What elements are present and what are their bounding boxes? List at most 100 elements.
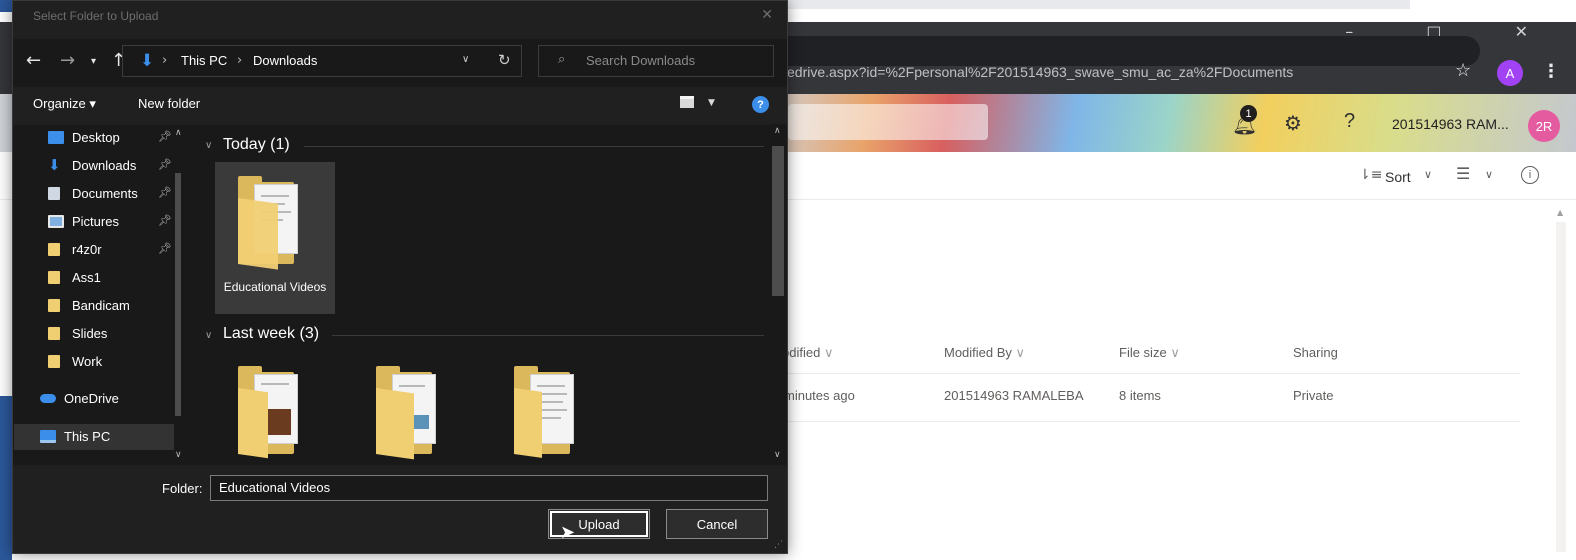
search-input[interactable] [788, 104, 988, 140]
recent-locations-chevron-icon[interactable]: ▾ [91, 56, 96, 67]
nav-item-r4z0r[interactable]: r4z0r [48, 237, 102, 261]
pin-icon[interactable]: 📌︎ [158, 242, 172, 255]
group-divider [332, 335, 764, 336]
search-icon: ⌕ [558, 52, 566, 67]
column-header-modified[interactable]: odified ∨ [782, 345, 833, 361]
group-header-last-week[interactable]: Last week (3) [223, 325, 319, 343]
back-arrow-icon[interactable]: ← [26, 50, 41, 71]
breadcrumb-downloads[interactable]: Downloads [253, 53, 317, 68]
resize-grip-icon[interactable]: ⋰ [774, 540, 784, 550]
onedrive-icon [40, 393, 56, 403]
folder-upload-dialog: Select Folder to Upload ✕ [12, 0, 788, 554]
folder-front [376, 388, 414, 460]
scroll-down-arrow-icon[interactable]: ∨ [774, 450, 781, 460]
refresh-icon[interactable]: ↻ [498, 51, 511, 69]
sort-icon[interactable]: ⇂≡ [1359, 167, 1382, 183]
cell-file-size: 8 items [1119, 388, 1161, 403]
desktop-icon [48, 130, 64, 144]
chevron-down-icon[interactable]: ∨ [462, 54, 469, 65]
nav-item-label: Bandicam [72, 297, 130, 313]
chevron-down-icon[interactable]: ▼ [708, 98, 715, 108]
group-header-today[interactable]: Today (1) [223, 136, 290, 154]
chevron-down-icon: ∨ [823, 345, 834, 360]
close-icon[interactable]: ✕ [761, 7, 773, 23]
forward-arrow-icon[interactable]: → [60, 50, 75, 71]
pin-icon[interactable]: 📌︎ [158, 130, 172, 143]
help-icon[interactable]: ? [1344, 110, 1355, 133]
folder-icon[interactable] [514, 366, 584, 458]
folder-icon [48, 326, 60, 340]
nav-item-label: Ass1 [72, 269, 101, 285]
folder-icon [48, 242, 60, 256]
user-avatar[interactable]: 2R [1528, 110, 1560, 142]
folder-icon[interactable] [238, 366, 308, 459]
nav-item-this-pc[interactable]: This PC [40, 424, 110, 448]
browser-menu-icon[interactable]: ⋮ [1542, 61, 1560, 82]
folder-name-input[interactable]: Educational Videos [210, 475, 768, 501]
nav-item-onedrive[interactable]: OneDrive [40, 386, 119, 410]
help-icon[interactable]: ? [752, 96, 769, 113]
nav-item-pictures[interactable]: Pictures [48, 209, 119, 233]
dialog-toolbar [13, 87, 787, 125]
cell-modified-by[interactable]: 201514963 RAMALEBA [944, 388, 1083, 403]
url-text[interactable]: edrive.aspx?id=%2Fpersonal%2F201514963_s… [787, 64, 1293, 80]
screen: – □ ✕ edrive.aspx?id=%2Fpersonal%2F20151… [0, 0, 1576, 560]
column-label: Modified By [944, 345, 1012, 360]
doc-line [399, 385, 425, 387]
nav-item-ass1[interactable]: Ass1 [48, 265, 101, 289]
sort-button[interactable]: Sort [1385, 169, 1411, 185]
group-divider [304, 146, 764, 147]
downloads-icon: ⬇ [48, 156, 61, 174]
column-header-sharing[interactable]: Sharing [1293, 345, 1338, 360]
bookmark-star-icon[interactable]: ☆ [1455, 60, 1471, 81]
cell-sharing[interactable]: Private [1293, 388, 1333, 403]
nav-item-bandicam[interactable]: Bandicam [48, 293, 130, 317]
scrollbar[interactable] [1556, 222, 1566, 552]
folder-name: Educational Videos [223, 280, 327, 294]
pin-icon[interactable]: 📌︎ [158, 214, 172, 227]
folder-front [238, 198, 278, 270]
column-label: Sharing [1293, 345, 1338, 360]
collapse-chevron-icon[interactable]: ∨ [205, 330, 212, 341]
column-header-modified-by[interactable]: Modified By ∨ [944, 345, 1025, 361]
user-name[interactable]: 201514963 RAM... [1392, 116, 1509, 132]
folder-front [514, 388, 542, 458]
nav-item-desktop[interactable]: Desktop [48, 125, 120, 149]
downloads-arrow-icon: ⬇ [140, 51, 155, 71]
collapse-chevron-icon[interactable]: ∨ [205, 140, 212, 151]
view-mode-icon[interactable] [680, 96, 694, 108]
scroll-up-arrow-icon[interactable]: ∧ [175, 128, 182, 138]
nav-item-downloads[interactable]: ⬇ Downloads [48, 153, 136, 177]
chevron-down-icon[interactable]: ∨ [1424, 168, 1432, 181]
pin-icon[interactable]: 📌︎ [158, 158, 172, 171]
breadcrumb-this-pc[interactable]: This PC [181, 53, 227, 68]
divider [780, 373, 1520, 374]
mouse-cursor-icon: ➤ [560, 522, 576, 543]
view-options-icon[interactable]: ☰ [1456, 164, 1470, 183]
nav-item-slides[interactable]: Slides [48, 321, 107, 345]
nav-scroll-thumb[interactable] [175, 173, 181, 416]
nav-item-documents[interactable]: Documents [48, 181, 138, 205]
column-header-file-size[interactable]: File size ∨ [1119, 345, 1180, 361]
pin-icon[interactable]: 📌︎ [158, 186, 172, 199]
scroll-down-arrow-icon[interactable]: ∨ [175, 450, 182, 460]
nav-item-work[interactable]: Work [48, 349, 102, 373]
scroll-up-arrow-icon[interactable]: ▲ [1557, 208, 1563, 217]
file-pane-scroll-thumb[interactable] [772, 146, 784, 296]
gear-icon[interactable]: ⚙ [1284, 111, 1302, 135]
nav-item-label: r4z0r [72, 241, 102, 257]
organize-button[interactable]: Organize ▾ [33, 96, 96, 112]
nav-item-label: Documents [72, 185, 138, 201]
chevron-down-icon[interactable]: ∨ [1485, 168, 1493, 181]
pictures-icon [48, 214, 64, 228]
scroll-up-arrow-icon[interactable]: ∧ [774, 126, 781, 136]
new-folder-button[interactable]: New folder [138, 96, 200, 111]
folder-field-label: Folder: [162, 481, 203, 496]
info-icon[interactable]: i [1521, 166, 1539, 184]
browser-profile-avatar[interactable]: A [1497, 60, 1523, 86]
cancel-button[interactable]: Cancel [666, 509, 768, 539]
documents-icon [48, 186, 60, 200]
nav-item-label: OneDrive [64, 390, 119, 406]
folder-icon[interactable] [376, 366, 446, 460]
nav-item-label: Slides [72, 325, 108, 341]
